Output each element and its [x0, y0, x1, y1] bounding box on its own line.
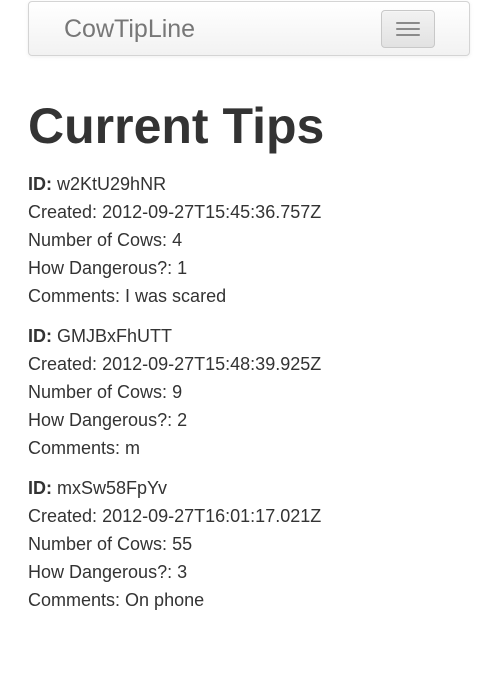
tip-danger-line: How Dangerous?: 1: [28, 254, 468, 282]
menu-toggle-button[interactable]: [381, 10, 435, 48]
tip-item: ID: w2KtU29hNR Created: 2012-09-27T15:45…: [28, 170, 468, 310]
tip-comments-value: On phone: [125, 590, 205, 610]
tip-cows-value: 9: [172, 382, 183, 402]
tip-danger-value: 3: [177, 562, 188, 582]
tip-id-value: mxSw58FpYv: [57, 478, 168, 498]
tip-comments-value: m: [125, 438, 141, 458]
tip-danger-label: How Dangerous?:: [28, 258, 173, 278]
tip-id-line: ID: mxSw58FpYv: [28, 474, 468, 502]
tip-cows-label: Number of Cows:: [28, 382, 168, 402]
hamburger-menu-icon-bar: [396, 28, 420, 30]
tip-comments-label: Comments:: [28, 438, 121, 458]
tip-created-value: 2012-09-27T15:45:36.757Z: [102, 202, 322, 222]
tip-danger-label: How Dangerous?:: [28, 562, 173, 582]
tip-cows-label: Number of Cows:: [28, 230, 168, 250]
tip-danger-line: How Dangerous?: 2: [28, 406, 468, 434]
tip-comments-line: Comments: On phone: [28, 586, 468, 614]
hamburger-menu-icon-bar: [396, 34, 420, 36]
tip-comments-line: Comments: I was scared: [28, 282, 468, 310]
tip-id-label: ID:: [28, 478, 52, 498]
tip-id-value: w2KtU29hNR: [57, 174, 167, 194]
tip-cows-line: Number of Cows: 9: [28, 378, 468, 406]
tip-created-value: 2012-09-27T16:01:17.021Z: [102, 506, 322, 526]
tip-id-label: ID:: [28, 326, 52, 346]
tip-danger-value: 1: [177, 258, 188, 278]
tip-created-value: 2012-09-27T15:48:39.925Z: [102, 354, 322, 374]
tip-created-label: Created:: [28, 202, 98, 222]
tip-cows-value: 55: [172, 534, 193, 554]
tip-danger-label: How Dangerous?:: [28, 410, 173, 430]
tip-comments-label: Comments:: [28, 286, 121, 306]
tip-created-label: Created:: [28, 354, 98, 374]
page-title: Current Tips: [28, 98, 325, 154]
tip-cows-label: Number of Cows:: [28, 534, 168, 554]
tip-danger-line: How Dangerous?: 3: [28, 558, 468, 586]
tip-comments-line: Comments: m: [28, 434, 468, 462]
tip-cows-value: 4: [172, 230, 183, 250]
tip-created-label: Created:: [28, 506, 98, 526]
tip-id-line: ID: w2KtU29hNR: [28, 170, 468, 198]
hamburger-menu-icon: [396, 22, 420, 24]
tip-cows-line: Number of Cows: 55: [28, 530, 468, 558]
tip-created-line: Created: 2012-09-27T15:48:39.925Z: [28, 350, 468, 378]
tip-item: ID: mxSw58FpYv Created: 2012-09-27T16:01…: [28, 474, 468, 614]
tip-cows-line: Number of Cows: 4: [28, 226, 468, 254]
tip-id-line: ID: GMJBxFhUTT: [28, 322, 468, 350]
tip-id-value: GMJBxFhUTT: [57, 326, 173, 346]
tip-comments-value: I was scared: [125, 286, 227, 306]
tip-created-line: Created: 2012-09-27T16:01:17.021Z: [28, 502, 468, 530]
tip-item: ID: GMJBxFhUTT Created: 2012-09-27T15:48…: [28, 322, 468, 462]
tip-comments-label: Comments:: [28, 590, 121, 610]
tip-created-line: Created: 2012-09-27T15:45:36.757Z: [28, 198, 468, 226]
tips-list: ID: w2KtU29hNR Created: 2012-09-27T15:45…: [28, 170, 468, 626]
tip-danger-value: 2: [177, 410, 188, 430]
navbar: CowTipLine: [28, 1, 470, 56]
brand-link[interactable]: CowTipLine: [64, 15, 195, 43]
tip-id-label: ID:: [28, 174, 52, 194]
